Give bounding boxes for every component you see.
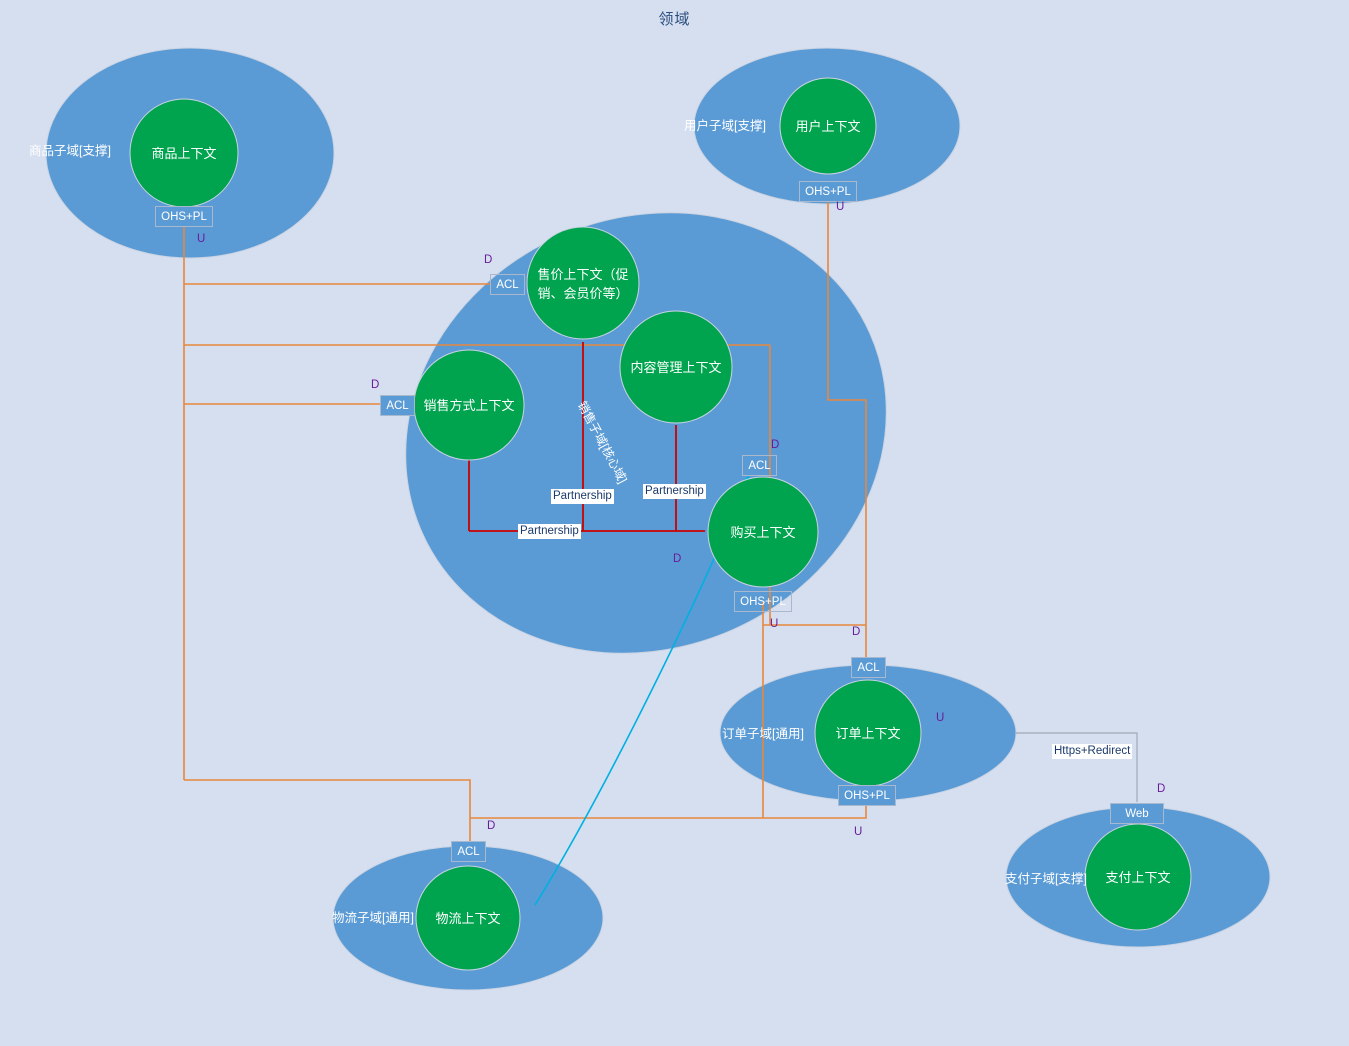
tag-saleway-d: D [371, 379, 380, 391]
context-circle-user [779, 77, 877, 175]
badge-order-ohspl[interactable]: OHS+PL [838, 785, 896, 806]
badge-purchase-ohspl[interactable]: OHS+PL [734, 591, 792, 612]
tag-order-u2: U [854, 826, 863, 838]
edge-label-https-redirect: Https+Redirect [1052, 744, 1133, 759]
context-circle-product [129, 98, 239, 208]
badge-order-acl[interactable]: ACL [851, 657, 886, 678]
context-circle-purchase [707, 476, 819, 588]
badge-product-ohspl[interactable]: OHS+PL [155, 206, 213, 227]
context-circle-logistics [415, 865, 521, 971]
tag-user-u: U [836, 201, 845, 213]
badge-purchase-acl[interactable]: ACL [742, 455, 777, 476]
badge-logistics-acl[interactable]: ACL [451, 841, 486, 862]
context-circle-payment [1084, 823, 1192, 931]
context-circle-order [814, 679, 922, 787]
diagram-canvas: 领域 商品子域[支撑] 用户子域[支撑] 销售子域[核心域] 订单子域[通用] … [0, 0, 1349, 1046]
edge-label-partnership-3: Partnership [518, 524, 581, 539]
badge-user-ohspl[interactable]: OHS+PL [799, 181, 857, 202]
context-circle-content [619, 310, 733, 424]
context-circle-price [526, 226, 640, 340]
tag-order-d: D [852, 626, 861, 638]
context-circle-saleway [413, 349, 525, 461]
subdomain-shapes [45, 47, 1271, 991]
edge-product-to-logistics [184, 779, 471, 845]
tag-purchase-u: U [770, 618, 779, 630]
edge-label-partnership-2: Partnership [643, 484, 706, 499]
diagram-svg [45, 47, 1271, 991]
tag-price-d: D [484, 254, 493, 266]
tag-payment-d: D [1157, 783, 1166, 795]
tag-logistics-d: D [487, 820, 496, 832]
tag-product-u: U [197, 233, 206, 245]
edge-label-partnership-1: Partnership [551, 489, 614, 504]
tag-purchase-d: D [771, 439, 780, 451]
tag-purchase-d2: D [673, 553, 682, 565]
badge-price-acl[interactable]: ACL [490, 274, 525, 295]
tag-order-u: U [936, 712, 945, 724]
edge-order-to-logistics [470, 795, 867, 819]
badge-saleway-acl[interactable]: ACL [380, 395, 415, 416]
badge-payment-web[interactable]: Web [1110, 803, 1164, 824]
